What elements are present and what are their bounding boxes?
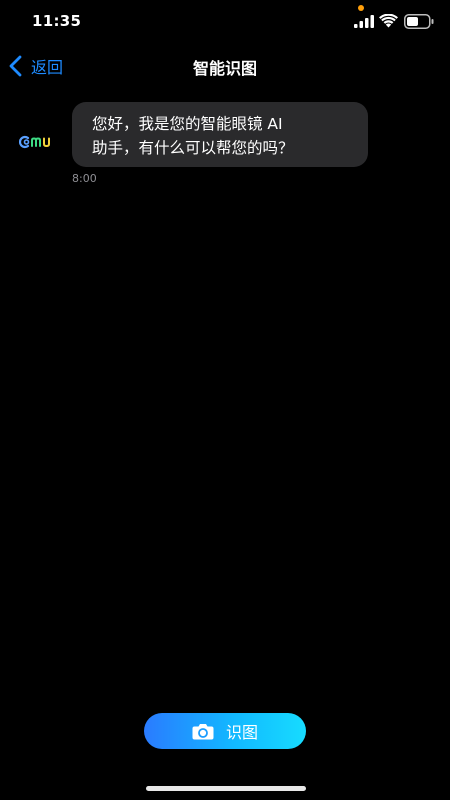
wifi-icon — [379, 14, 398, 28]
image-recognize-button-label: 识图 — [225, 723, 258, 742]
camera-icon — [192, 723, 214, 739]
navigation-bar: 返回 智能识图 — [0, 44, 450, 88]
battery-icon — [404, 14, 434, 29]
message-text-line-2: 助手，有什么可以帮您的吗？ — [92, 139, 294, 157]
message-bubble: 您好，我是您的智能眼镜 AI 助手，有什么可以帮您的吗？ — [72, 102, 368, 167]
page-title: 智能识图 — [192, 59, 257, 78]
cellular-signal-icon — [354, 15, 374, 28]
privacy-indicator-icon — [358, 5, 364, 11]
image-recognize-button[interactable]: 识图 — [144, 713, 306, 749]
home-indicator[interactable] — [146, 786, 306, 791]
brand-logo-icon — [19, 135, 50, 149]
status-time: 11:35 — [32, 12, 82, 30]
status-bar: 11:35 — [0, 0, 450, 44]
message-timestamp: 8:00 — [72, 172, 97, 185]
message-text-line-1: 您好，我是您的智能眼镜 AI — [92, 115, 283, 133]
